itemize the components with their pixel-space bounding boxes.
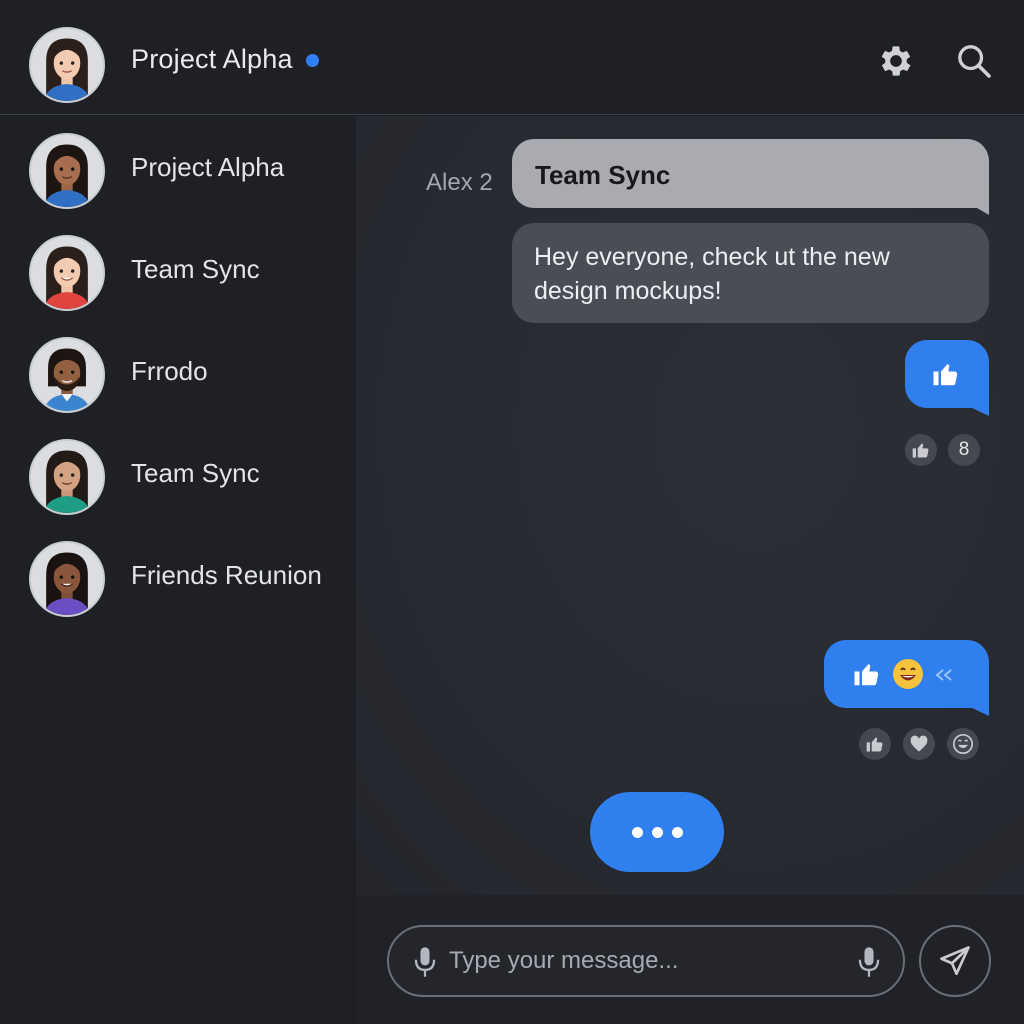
message-bubble-like[interactable] <box>905 340 989 408</box>
avatar <box>29 133 105 209</box>
avatar <box>29 541 105 617</box>
search-button[interactable] <box>950 37 998 85</box>
thumbs-up-icon <box>854 664 879 686</box>
laugh-icon <box>953 734 973 754</box>
message-bubble[interactable]: Hey everyone, check ut the new design mo… <box>512 223 989 323</box>
avatar-woman-icon <box>31 237 103 309</box>
avatar-man-icon <box>31 339 103 411</box>
bubble-tail <box>968 406 989 416</box>
typing-dot <box>651 826 663 838</box>
thumbs-up-icon <box>866 737 883 752</box>
sidebar-item-label: Frrodo <box>131 356 208 386</box>
bubble-tail <box>968 706 989 716</box>
message-input[interactable] <box>449 941 839 981</box>
online-status-dot <box>306 54 319 67</box>
message-composer <box>356 895 1024 1024</box>
message-text: Hey everyone, check ut the new design mo… <box>534 243 890 305</box>
sidebar-item-team-sync[interactable]: Team Sync <box>0 218 355 320</box>
microphone-icon[interactable] <box>411 945 439 979</box>
typing-indicator <box>590 792 724 872</box>
avatar <box>29 235 105 311</box>
message-thread: Alex 2 Team Sync Hey everyone, check ut … <box>356 116 1024 895</box>
sidebar-item-label: Team Sync <box>131 254 260 284</box>
sidebar-item-label: Team Sync <box>131 458 260 488</box>
sidebar-item-project-alpha[interactable]: Project Alpha <box>0 116 355 218</box>
reaction-thumbs-up[interactable] <box>905 434 937 466</box>
message-bubble-title[interactable]: Team Sync <box>512 139 989 208</box>
avatar <box>29 439 105 515</box>
avatar-woman-icon <box>31 441 103 513</box>
gear-icon <box>881 46 911 76</box>
sidebar-item-team-sync-2[interactable]: Team Sync <box>0 422 355 524</box>
message-bubble-emoji[interactable] <box>824 640 989 708</box>
sidebar-item-friends-reunion[interactable]: Friends Reunion <box>0 524 355 626</box>
sender-name: Alex 2 <box>426 169 493 196</box>
read-receipt-icon <box>935 669 952 681</box>
grinning-emoji-icon <box>893 659 923 689</box>
avatar <box>29 337 105 413</box>
message-title-text: Team Sync <box>535 160 671 190</box>
sidebar-item-label: Project Alpha <box>131 152 285 182</box>
chat-header: Project Alpha <box>0 0 1024 115</box>
reaction-thumbs-up[interactable] <box>859 728 891 760</box>
settings-button[interactable] <box>872 37 920 85</box>
page-title: Project Alpha <box>131 44 293 74</box>
reaction-laugh[interactable] <box>947 728 979 760</box>
typing-dot <box>631 826 643 838</box>
microphone-icon[interactable] <box>855 945 883 979</box>
thumbs-up-icon <box>933 364 958 386</box>
sidebar-item-frrodo[interactable]: Frrodo <box>0 320 355 422</box>
typing-dot <box>671 826 683 838</box>
thumbs-up-icon <box>912 443 929 458</box>
send-button[interactable] <box>919 925 991 997</box>
send-icon <box>940 946 970 976</box>
avatar-woman-icon <box>31 543 103 615</box>
reaction-heart[interactable] <box>903 728 935 760</box>
reaction-count: 8 <box>958 439 970 460</box>
message-input-wrapper <box>387 925 905 997</box>
conversation-list: Project Alpha Team Sync Frrodo Team Sync… <box>0 116 355 1024</box>
search-icon <box>958 45 991 78</box>
avatar-woman-icon <box>31 29 103 101</box>
heart-icon <box>910 735 928 752</box>
sidebar-item-label: Friends Reunion <box>131 560 322 590</box>
reaction-count-badge[interactable]: 8 <box>948 434 980 466</box>
header-avatar[interactable] <box>29 27 105 103</box>
bubble-tail <box>965 201 989 215</box>
avatar-woman-icon <box>31 135 103 207</box>
